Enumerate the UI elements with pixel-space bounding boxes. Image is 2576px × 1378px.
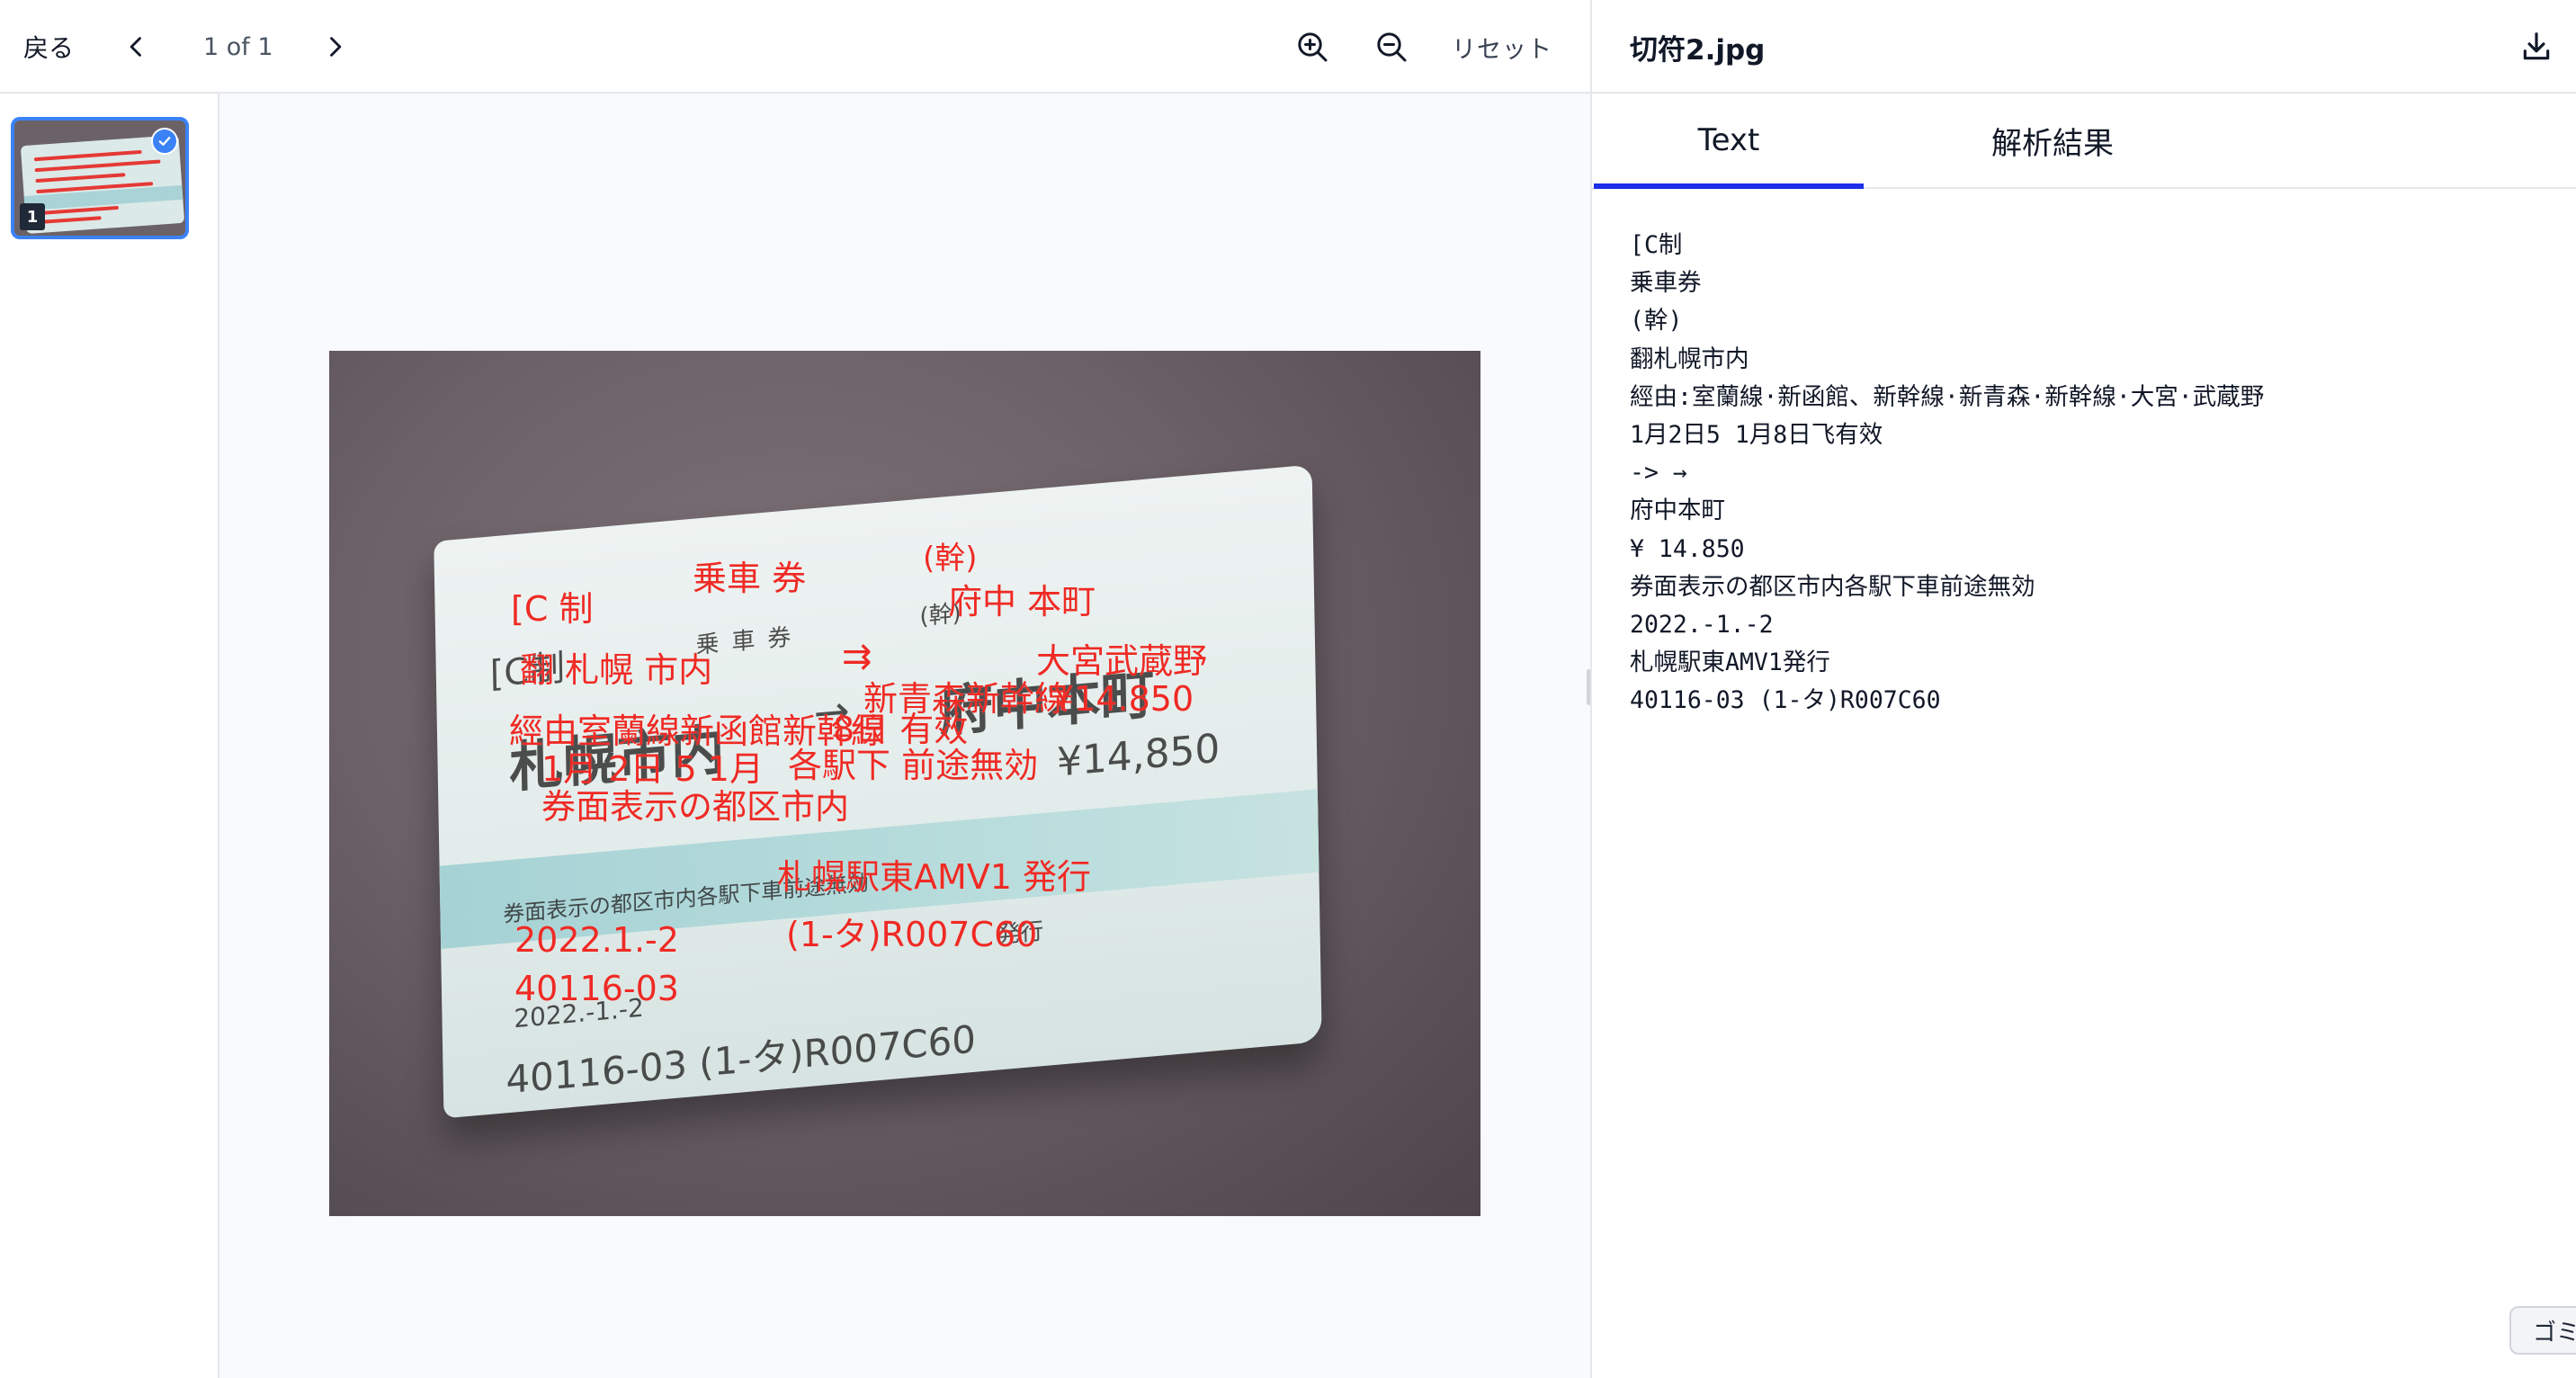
- chevron-left-icon: [130, 37, 141, 57]
- zoom-in-button[interactable]: [1288, 0, 1337, 94]
- ocr-text-line: 1月2日5 1月8日飞有效: [1630, 421, 1883, 450]
- ocr-text-line: 乗車券: [1630, 269, 1702, 298]
- file-name: 切符2.jpg: [1630, 33, 1766, 67]
- ocr-overlay-valid-day: 8日 有效: [833, 710, 969, 749]
- ocr-text-line: ¥ 14.850: [1630, 534, 1745, 563]
- tab-analysis-result[interactable]: 解析結果: [1918, 94, 2187, 187]
- ocr-overlay-notice: 券面表示の都区市内: [541, 787, 850, 827]
- page-indicator: 1 of 1: [203, 32, 273, 61]
- zoom-in-icon: [1298, 32, 1328, 62]
- ocr-overlay-kakueki: 各駅下 前途無効: [788, 746, 1039, 785]
- trash-button[interactable]: ゴミ: [2509, 1306, 2576, 1355]
- result-header: 切符2.jpg: [1592, 0, 2576, 94]
- ocr-text-line: 翻札幌市内: [1630, 344, 1749, 373]
- ocr-overlay-omiya-musashino: 大宮武蔵野: [1036, 641, 1208, 681]
- ocr-text-line: [C制: [1630, 231, 1683, 259]
- thumbnail-page-number: 1: [20, 203, 45, 230]
- ocr-overlay-issued: 札幌駅東AMV1 発行: [777, 857, 1092, 897]
- ocr-overlay-c-sei: [C 制: [511, 589, 594, 629]
- ocr-overlay-jan2: 1月 2日 5 1月: [541, 749, 764, 789]
- viewer-toolbar: 戻る 1 of 1 リセット: [0, 0, 1590, 94]
- ocr-text-line: -> →: [1630, 459, 1687, 488]
- zoom-out-icon: [1377, 32, 1407, 62]
- ocr-text-line: 府中本町: [1630, 497, 1725, 525]
- ocr-overlay-price: ¥14.850: [1052, 679, 1194, 719]
- ocr-overlay-serial: 40116-03: [514, 969, 679, 1008]
- document-viewer: [C制 乗車券 (幹) 札幌市内 → 府中本町 ¥14,850 券面表示の都区市…: [219, 94, 1590, 1378]
- result-panel: 切符2.jpg Text 解析結果 [C制乗車券 (幹) 翻札幌市内經由:室蘭線·新…: [1590, 0, 2576, 1378]
- zoom-out-button[interactable]: [1367, 0, 1416, 94]
- ocr-overlay-code: (1-タ)R007C60: [786, 915, 1038, 954]
- ocr-text-content: [C制乗車券 (幹) 翻札幌市内經由:室蘭線·新函館、新幹線·新青森·新幹線·大宮·…: [1630, 227, 2264, 720]
- result-tabs: Text 解析結果: [1592, 94, 2576, 189]
- thumbnail-sidebar: 1: [0, 94, 219, 1378]
- page-thumbnail[interactable]: 1: [11, 117, 189, 239]
- ocr-text-line: 券面表示の都区市内各駅下車前途無効: [1630, 572, 2035, 601]
- ocr-text-line: 札幌駅東AMV1発行: [1630, 649, 1830, 677]
- selected-check-icon: [151, 128, 178, 155]
- ocr-text-line: 2022.-1.-2: [1630, 611, 1774, 640]
- ocr-text-line: 經由:室蘭線·新函館、新幹線·新青森·新幹線·大宮·武蔵野: [1630, 382, 2265, 411]
- download-button[interactable]: [2513, 23, 2560, 70]
- ocr-overlay-fuchu-honmachi: 府中 本町: [948, 582, 1096, 622]
- reset-zoom-button[interactable]: リセット: [1452, 0, 1552, 94]
- ocr-overlay-via: 經由室蘭線新函館新幹線: [509, 711, 886, 751]
- tab-text[interactable]: Text: [1594, 94, 1864, 189]
- ticket-photo[interactable]: [C制 乗車券 (幹) 札幌市内 → 府中本町 ¥14,850 券面表示の都区市…: [329, 351, 1480, 1216]
- previous-page-button[interactable]: [117, 0, 157, 94]
- chevron-right-icon: [330, 37, 342, 57]
- ocr-overlay-date: 2022.1.-2: [514, 920, 679, 960]
- ocr-text-line: 40116-03 (1-タ)R007C60: [1630, 686, 1941, 715]
- ocr-overlay-jousha: 乗車 券: [693, 559, 807, 598]
- next-page-button[interactable]: [315, 0, 354, 94]
- back-button[interactable]: 戻る: [23, 0, 74, 94]
- ocr-overlay-hon-sapporo: 翻 札幌 市内: [520, 650, 713, 690]
- ocr-text-line: (幹): [1630, 307, 1683, 336]
- ocr-overlay-kan: (幹): [923, 541, 978, 577]
- download-icon: [2523, 32, 2550, 60]
- ocr-overlay-arrows: ⇉: [842, 636, 872, 677]
